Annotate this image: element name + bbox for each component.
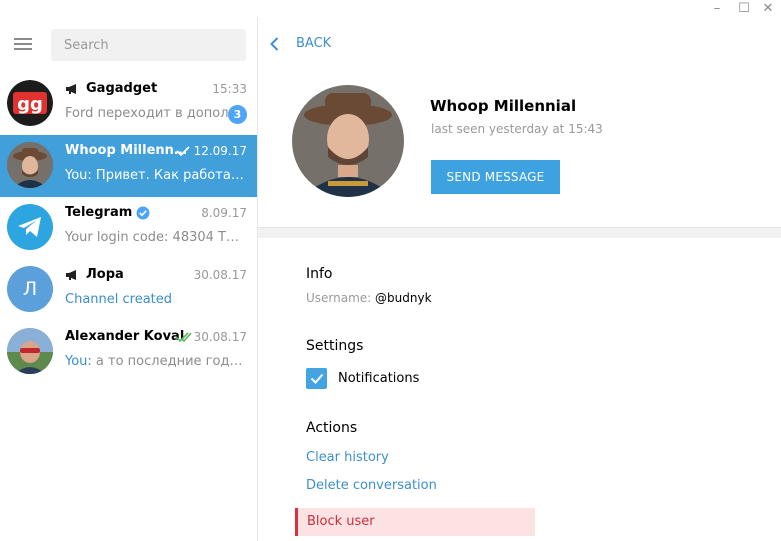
double-check-icon	[174, 332, 192, 342]
chat-time: 30.08.17	[193, 268, 247, 282]
chat-title: Gagadget	[86, 81, 158, 96]
chat-last-message: You: а то последние годы А…	[65, 354, 247, 369]
notifications-label: Notifications	[338, 371, 420, 386]
chat-title-row: Gagadget	[65, 81, 157, 96]
back-button[interactable]: BACK	[270, 36, 331, 51]
avatar-initial: Л	[22, 278, 38, 300]
back-label: BACK	[296, 36, 332, 51]
settings-section-title: Settings	[306, 338, 364, 354]
block-user-button[interactable]: Block user	[295, 508, 535, 536]
check-icon	[175, 146, 190, 156]
megaphone-icon	[66, 269, 76, 280]
last-seen-status: last seen yesterday at 15:43	[431, 122, 603, 136]
chat-item-alexander-koval[interactable]: Alexander Koval 30.08.17 You: а то после…	[0, 321, 257, 383]
actions-section-title: Actions	[306, 420, 358, 436]
chat-item-telegram[interactable]: Telegram 8.09.17 Your login code: 48304 …	[0, 197, 257, 259]
minimize-button[interactable]: –	[704, 0, 730, 17]
chat-last-message: Ford переходит в допол…	[65, 106, 242, 121]
section-divider	[258, 227, 781, 238]
avatar	[7, 204, 53, 250]
chat-title: Whoop Millenn…	[65, 143, 187, 158]
username-label: Username:	[306, 291, 372, 305]
delete-conversation-link[interactable]: Delete conversation	[306, 478, 437, 493]
block-user-label: Block user	[307, 514, 375, 529]
chevron-left-icon	[270, 36, 279, 51]
chat-time: 30.08.17	[193, 330, 247, 344]
avatar: gg	[7, 80, 53, 126]
unread-badge: 3	[228, 105, 247, 124]
send-message-button[interactable]: SEND MESSAGE	[431, 160, 560, 194]
notifications-checkbox[interactable]	[306, 368, 327, 389]
title-bar: – ☐ ✕	[0, 0, 781, 17]
username-row: Username: @budnyk	[306, 291, 432, 305]
chat-sidebar: gg Gagadget 15:33 Ford переходит в допол…	[0, 17, 258, 541]
verified-icon	[136, 206, 150, 219]
avatar	[7, 142, 53, 188]
chat-time: 8.09.17	[201, 206, 247, 220]
message-text: а то последние годы А…	[95, 354, 247, 369]
chat-title: Alexander Koval	[65, 329, 185, 344]
profile-avatar[interactable]	[292, 85, 404, 197]
check-icon	[310, 373, 323, 384]
maximize-button[interactable]: ☐	[731, 0, 757, 17]
hamburger-menu-icon[interactable]	[12, 36, 34, 52]
chat-title-row: Telegram	[65, 205, 150, 220]
avatar: Л	[7, 266, 53, 312]
avatar-logo-text: gg	[17, 94, 43, 115]
chat-time-row: 30.08.17	[174, 330, 247, 344]
search-input[interactable]	[51, 29, 246, 61]
chat-title: Лора	[86, 267, 124, 282]
chat-item-lora[interactable]: Л Лора 30.08.17 Channel created	[0, 259, 257, 321]
megaphone-icon	[66, 83, 76, 94]
avatar	[7, 328, 53, 374]
profile-panel: BACK Whoop Millennial last seen yesterda…	[258, 17, 781, 541]
chat-title: Telegram	[65, 205, 133, 220]
chat-last-message: Channel created	[65, 292, 173, 307]
telegram-logo-icon	[18, 217, 41, 237]
username-value: @budnyk	[375, 291, 432, 305]
clear-history-link[interactable]: Clear history	[306, 450, 389, 465]
close-button[interactable]: ✕	[755, 0, 781, 17]
chat-time: 15:33	[212, 82, 247, 96]
chat-time-row: 12.09.17	[175, 144, 247, 158]
chat-title-row: Лора	[65, 267, 124, 282]
message-prefix: You:	[65, 354, 92, 369]
chat-time: 12.09.17	[193, 144, 247, 158]
chat-last-message: You: Привет. Как работается?	[65, 168, 247, 183]
chat-item-whoop-millennial[interactable]: Whoop Millenn… 12.09.17 You: Привет. Как…	[0, 135, 257, 197]
info-section-title: Info	[306, 266, 333, 282]
profile-name: Whoop Millennial	[430, 97, 577, 115]
chat-item-gagadget[interactable]: gg Gagadget 15:33 Ford переходит в допол…	[0, 73, 257, 135]
chat-last-message: Your login code: 48304 This c…	[65, 230, 247, 245]
